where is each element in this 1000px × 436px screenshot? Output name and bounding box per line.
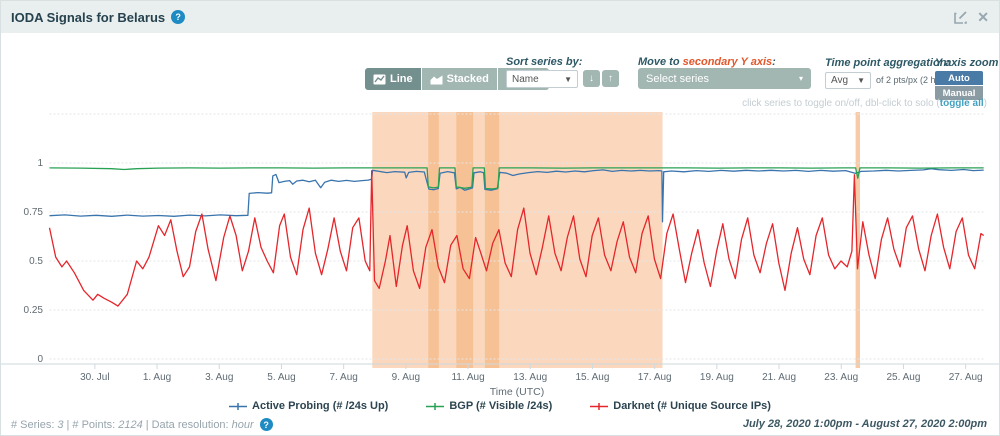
legend-marker-icon [426, 402, 444, 411]
aggregation-select[interactable]: Avg ▼ [825, 72, 871, 89]
y-axis-tick-label: 0.75 [24, 207, 44, 218]
chevron-down-icon: ▼ [564, 75, 572, 84]
line-view-button[interactable]: Line [365, 68, 421, 90]
toggle-hint-close: ) [984, 98, 987, 109]
legend-label: BGP (# Visible /24s) [449, 400, 552, 412]
x-axis-tick-label: 30. Jul [80, 372, 109, 383]
x-axis-tick-label: 17. Aug [638, 372, 672, 383]
aggregation-select-value: Avg [831, 75, 848, 86]
toggle-hint-text: click series to toggle on/off, dbl-click… [742, 98, 940, 109]
separator: | [146, 419, 149, 431]
series-count-label: # Series: [11, 419, 54, 431]
aggregation-label: Time point aggregation: [825, 57, 950, 69]
series-count-value: 3 [57, 419, 63, 431]
resolution-value: hour [232, 419, 254, 431]
stacked-view-button[interactable]: Stacked [422, 68, 497, 90]
help-icon[interactable]: ? [260, 418, 273, 431]
select-series-placeholder: Select series [646, 73, 709, 85]
y-axis-tick-label: 1 [37, 158, 43, 169]
sort-select[interactable]: Name ▼ [506, 70, 578, 88]
y-axis-tick-label: 0 [37, 354, 43, 365]
highlight-band [485, 112, 499, 368]
x-axis-tick-label: 7. Aug [329, 372, 357, 383]
x-axis-tick-label: 5. Aug [267, 372, 295, 383]
sort-select-value: Name [512, 74, 539, 85]
stacked-view-label: Stacked [447, 73, 489, 85]
ioda-signals-panel: IODA Signals for Belarus ? ✕ 00.250.50.7… [0, 0, 1000, 436]
y-axis-tick-label: 0.25 [24, 305, 44, 316]
x-axis-tick-label: 19. Aug [700, 372, 734, 383]
legend-item[interactable]: Active Probing (# /24s Up) [229, 400, 388, 412]
stacked-chart-icon [430, 74, 443, 85]
y-axis-tick-label: 0.5 [29, 256, 43, 267]
select-series-dropdown[interactable]: Select series ▾ [638, 68, 811, 89]
move-secondary-axis-label: Move to secondary Y axis: [638, 56, 776, 68]
highlight-band [372, 112, 662, 368]
x-axis-tick-label: 11. Aug [451, 372, 484, 383]
points-count-label: # Points: [72, 419, 115, 431]
x-axis-tick-label: 27. Aug [949, 372, 983, 383]
line-view-label: Line [390, 73, 413, 85]
move-label-suffix: : [772, 56, 776, 68]
x-axis-tick-label: 15. Aug [575, 372, 609, 383]
chevron-down-icon: ▾ [799, 74, 803, 83]
sort-direction-buttons: ↓ ↑ [583, 70, 619, 87]
chart-legend: Active Probing (# /24s Up) BGP (# Visible… [1, 400, 999, 412]
yzoom-label: Y axis zoom: [935, 57, 1000, 69]
date-range: July 28, 2020 1:00pm - August 27, 2020 2… [743, 418, 987, 430]
move-label-prefix: Move to [638, 56, 683, 68]
sort-descending-button[interactable]: ↓ [583, 70, 600, 87]
line-chart-icon [373, 74, 386, 85]
resolution-label: Data resolution: [152, 419, 229, 431]
yzoom-auto-button[interactable]: Auto [935, 71, 983, 85]
legend-marker-icon [229, 402, 247, 411]
x-axis-tick-label: 25. Aug [886, 372, 920, 383]
separator: | [67, 419, 70, 431]
highlight-band [456, 112, 473, 368]
x-axis-title: Time (UTC) [490, 386, 544, 398]
legend-item[interactable]: BGP (# Visible /24s) [426, 400, 552, 412]
legend-item[interactable]: Darknet (# Unique Source IPs) [590, 400, 771, 412]
x-axis-tick-label: 13. Aug [513, 372, 547, 383]
x-axis-tick-label: 23. Aug [824, 372, 858, 383]
series-toggle-hint: click series to toggle on/off, dbl-click… [742, 98, 987, 109]
sort-series-label: Sort series by: [506, 56, 582, 68]
legend-label: Active Probing (# /24s Up) [252, 400, 388, 412]
move-label-highlight: secondary Y axis [683, 56, 773, 68]
chevron-down-icon: ▼ [857, 76, 865, 85]
x-axis-tick-label: 3. Aug [205, 372, 233, 383]
x-axis-tick-label: 21. Aug [762, 372, 796, 383]
legend-marker-icon [590, 402, 608, 411]
sort-ascending-button[interactable]: ↑ [602, 70, 619, 87]
legend-label: Darknet (# Unique Source IPs) [613, 400, 771, 412]
chart-stats: # Series: 3 | # Points: 2124 | Data reso… [11, 418, 273, 431]
x-axis-tick-label: 9. Aug [392, 372, 420, 383]
x-axis-tick-label: 1. Aug [143, 372, 171, 383]
points-count-value: 2124 [118, 419, 142, 431]
toggle-all-link[interactable]: toggle all [940, 98, 984, 109]
